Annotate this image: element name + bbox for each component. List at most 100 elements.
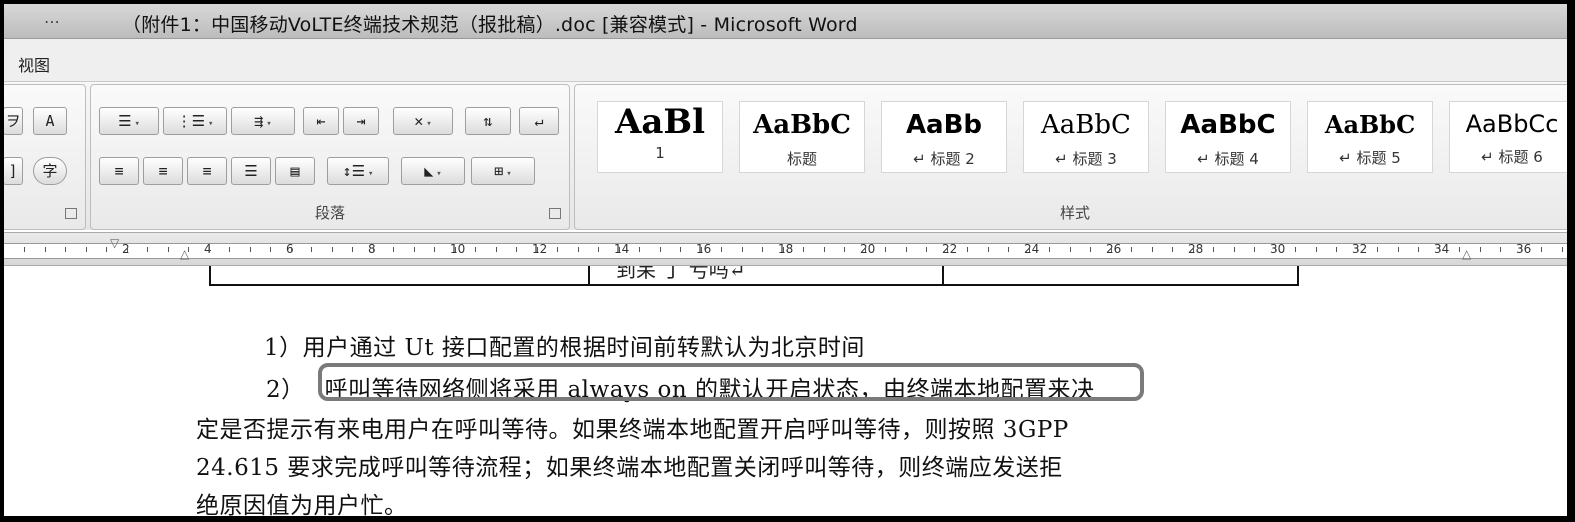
ruler-number: 6: [286, 242, 294, 256]
ruler-tick: [45, 247, 46, 252]
ruler-number: 20: [860, 242, 876, 256]
char-border-button[interactable]: A: [33, 107, 67, 135]
ruler-tick: [1070, 247, 1071, 252]
ruler-tick: [373, 247, 374, 252]
enclose-char-button[interactable]: 字: [33, 157, 67, 185]
show-marks-icon[interactable]: ↵: [519, 107, 559, 135]
ruler-tick: [1336, 247, 1337, 252]
ruler-number: 30: [1270, 242, 1286, 256]
ruler-tick: [1377, 247, 1378, 252]
first-line-indent-icon[interactable]: ▽: [110, 236, 119, 250]
ruler-number: 14: [614, 242, 630, 256]
ruler-tick: [988, 247, 989, 252]
ruler-tick: [291, 247, 292, 252]
ruler-tick: [1008, 247, 1009, 252]
quick-access-icon[interactable]: ⋯: [44, 12, 60, 31]
ruler-tick: [598, 247, 599, 252]
styles-group: AaBl 1 AaBbC 标题 AaBb ↵ 标题 2 AaBbC ↵ 标题 3…: [574, 84, 1567, 230]
ruler-tick: [1541, 247, 1542, 252]
style-item[interactable]: AaBb ↵ 标题 2: [881, 101, 1007, 173]
word-window: ⋯ （附件1：中国移动VoLTE终端技术规范（报批稿）.doc [兼容模式] -…: [4, 4, 1567, 516]
decrease-indent-icon[interactable]: ⇤: [303, 107, 339, 135]
ruler-number: 18: [778, 242, 794, 256]
ruler-tick: [1398, 247, 1399, 252]
ruler-number: 28: [1188, 242, 1204, 256]
style-item[interactable]: AaBbC ↵ 标题 3: [1023, 101, 1149, 173]
ruler-tick: [885, 247, 886, 252]
ruler-tick: [229, 247, 230, 252]
ruler-tick: [434, 247, 435, 252]
style-item[interactable]: AaBl 1: [597, 101, 723, 173]
ruler-tick: [1254, 247, 1255, 252]
ribbon-tab-row: 视图: [4, 39, 1567, 82]
ruler-tick: [311, 247, 312, 252]
increase-indent-icon[interactable]: ⇥: [343, 107, 379, 135]
ruler-tick: [393, 247, 394, 252]
style-item[interactable]: AaBbC 标题: [739, 101, 865, 173]
ruler-tick: [24, 247, 25, 252]
ruler-tick: [1439, 247, 1440, 252]
ruler-number: 34: [1434, 242, 1450, 256]
ruler-tick: [250, 247, 251, 252]
ruler-number: 26: [1106, 242, 1122, 256]
font-color-icon[interactable]: ヲ: [4, 107, 23, 135]
ruler-tick: [1295, 247, 1296, 252]
style-item[interactable]: AaBbCc ↵ 标题 6: [1449, 101, 1567, 173]
shading-icon[interactable]: ◣ ▾: [401, 157, 465, 185]
ruler-tick: [926, 247, 927, 252]
document-page[interactable]: 到呆 丁 亏吗↵ 1）用户通过 Ut 接口配置的根据时间前转默认为北京时间 2）…: [4, 266, 1567, 516]
ruler-tick: [824, 247, 825, 252]
bullets-icon[interactable]: ☰ ▾: [99, 107, 159, 135]
tab-view[interactable]: 视图: [18, 52, 50, 76]
align-right-icon[interactable]: ≡: [187, 157, 227, 185]
ruler-tick: [1131, 247, 1132, 252]
ruler-tick: [209, 247, 210, 252]
paragraph-2-line-2: 定是否提示有来电用户在呼叫等待。如果终端本地配置开启呼叫等待，则按照 3GPP: [196, 417, 1069, 443]
ruler-tick: [1521, 247, 1522, 252]
ruler-tick: [680, 247, 681, 252]
ruler-tick: [1111, 247, 1112, 252]
ruler-tick: [475, 247, 476, 252]
table-border: [1297, 266, 1299, 286]
ruler-tick: [844, 247, 845, 252]
paragraph-2-line-4: 绝原因值为用户忙。: [196, 493, 408, 516]
ruler-tick: [147, 247, 148, 252]
font-dialog-launcher-icon[interactable]: [65, 208, 77, 219]
ruler-tick: [906, 247, 907, 252]
borders-icon[interactable]: ⊞ ▾: [471, 157, 535, 185]
table-bottom-border: [209, 284, 1299, 286]
char-shading-icon[interactable]: ]: [4, 157, 23, 185]
distributed-icon[interactable]: ▤: [275, 157, 315, 185]
numbering-icon[interactable]: ⋮☰ ▾: [163, 107, 227, 135]
align-center-icon[interactable]: ≡: [143, 157, 183, 185]
ruler-tick: [352, 247, 353, 252]
paragraph-2-prefix: 2）: [266, 377, 305, 403]
ruler-tick: [1193, 247, 1194, 252]
ruler-number: 12: [532, 242, 548, 256]
sort-icon[interactable]: ⇅: [465, 107, 511, 135]
ruler-tick: [967, 247, 968, 252]
style-item[interactable]: AaBbC ↵ 标题 5: [1307, 101, 1433, 173]
table-border: [588, 266, 590, 286]
highlight-box: [318, 363, 1144, 401]
styles-group-label: 样式: [1059, 204, 1090, 222]
align-left-icon[interactable]: ≡: [99, 157, 139, 185]
ruler-tick: [86, 247, 87, 252]
ruler-tick: [1500, 247, 1501, 252]
multilevel-list-icon[interactable]: ⇶ ▾: [231, 107, 295, 135]
horizontal-ruler[interactable]: ▽ △ △ 2 4 6 8 10 12 14 16 18 20 22 24 26 28 30 32 34 36: [4, 232, 1567, 266]
title-bar: ⋯ （附件1：中国移动VoLTE终端技术规范（报批稿）.doc [兼容模式] -…: [4, 4, 1567, 39]
chinese-layout-icon[interactable]: ✕ ▾: [393, 107, 453, 135]
line-spacing-icon[interactable]: ↕☰ ▾: [327, 157, 389, 185]
style-item[interactable]: AaBbC ↵ 标题 4: [1165, 101, 1291, 173]
window-title: （附件1：中国移动VoLTE终端技术规范（报批稿）.doc [兼容模式] - M…: [122, 14, 858, 36]
ruler-tick: [1029, 247, 1030, 252]
ruler-tick: [865, 247, 866, 252]
ruler-tick: [168, 247, 169, 252]
right-indent-icon[interactable]: △: [1462, 247, 1471, 261]
ruler-tick: [639, 247, 640, 252]
ruler-tick: [414, 247, 415, 252]
paragraph-dialog-launcher-icon[interactable]: [549, 208, 561, 219]
ruler-tick: [1418, 247, 1419, 252]
justify-icon[interactable]: ☰: [231, 157, 271, 185]
